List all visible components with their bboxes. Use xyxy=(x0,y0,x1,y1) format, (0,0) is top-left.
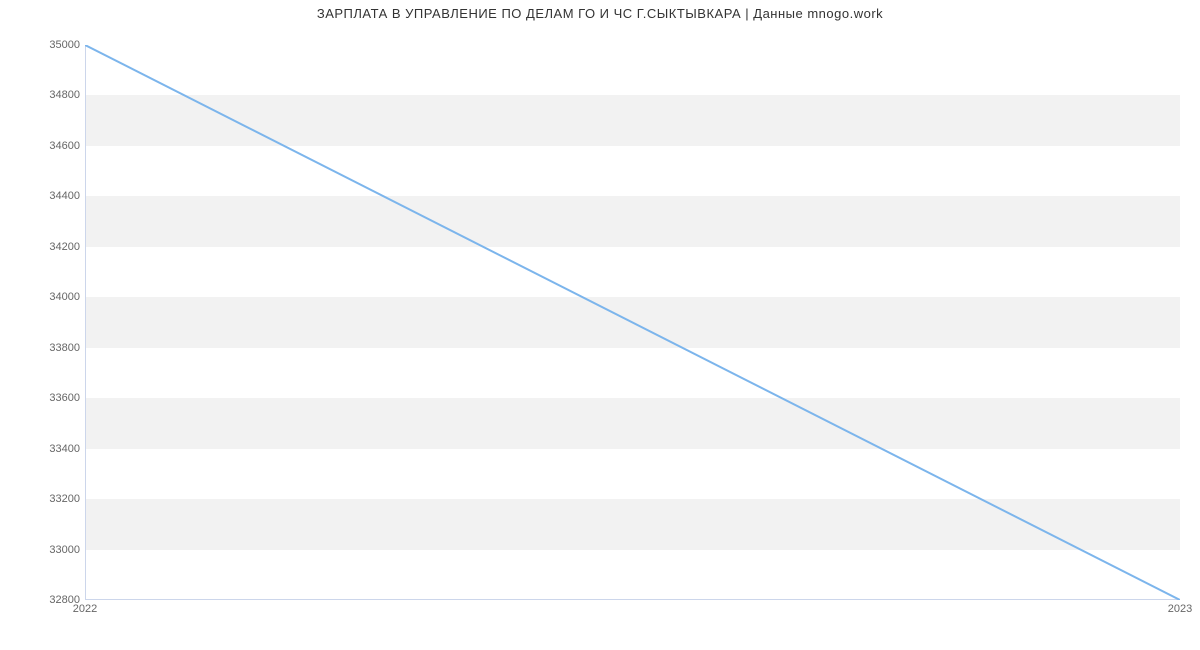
y-tick-label: 34000 xyxy=(49,291,80,303)
line-series xyxy=(85,45,1180,600)
y-tick-label: 34200 xyxy=(49,241,80,253)
plot-area xyxy=(85,45,1180,600)
x-tick-label: 2023 xyxy=(1168,603,1192,615)
y-tick-label: 33400 xyxy=(49,443,80,455)
y-tick-label: 33200 xyxy=(49,493,80,505)
y-tick-label: 33600 xyxy=(49,392,80,404)
x-tick-label: 2022 xyxy=(73,603,97,615)
y-tick-label: 33000 xyxy=(49,544,80,556)
chart-container: ЗАРПЛАТА В УПРАВЛЕНИЕ ПО ДЕЛАМ ГО И ЧС Г… xyxy=(0,0,1200,650)
y-tick-label: 34600 xyxy=(49,140,80,152)
y-tick-label: 34400 xyxy=(49,190,80,202)
y-tick-label: 35000 xyxy=(49,39,80,51)
y-tick-label: 33800 xyxy=(49,342,80,354)
y-tick-label: 34800 xyxy=(49,89,80,101)
chart-title: ЗАРПЛАТА В УПРАВЛЕНИЕ ПО ДЕЛАМ ГО И ЧС Г… xyxy=(0,6,1200,21)
